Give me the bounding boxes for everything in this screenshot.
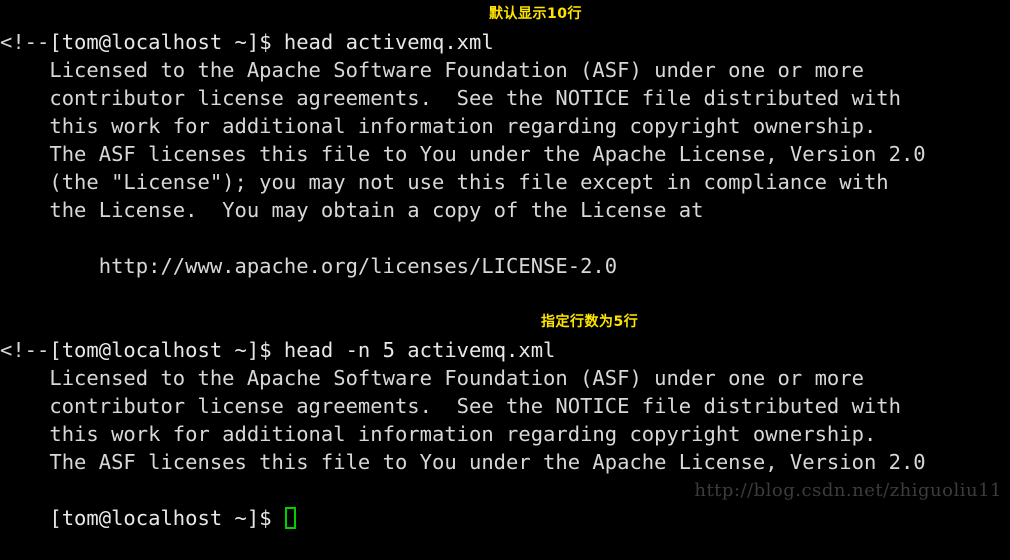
output-line: contributor license agreements. See the … xyxy=(0,86,901,110)
output-line: contributor license agreements. See the … xyxy=(0,394,901,418)
output-line: this work for additional information reg… xyxy=(0,114,877,138)
output-line: Licensed to the Apache Software Foundati… xyxy=(0,58,864,82)
output-blank-line xyxy=(0,224,1010,252)
output-line: The ASF licenses this file to You under … xyxy=(0,450,926,474)
terminal-window[interactable]: [tom@localhost ~]$ head activemq.xml 默认显… xyxy=(0,0,1010,530)
terminal-prompt-line: [tom@localhost ~]$ head -n 5 activemq.xm… xyxy=(0,308,1010,362)
annotation-specified-lines: 指定行数为5行 xyxy=(541,314,639,330)
shell-prompt: [tom@localhost ~]$ xyxy=(49,506,284,530)
output-line: the License. You may obtain a copy of th… xyxy=(0,198,704,222)
text-cursor[interactable] xyxy=(284,507,296,529)
output-line: (the "License"); you may not use this fi… xyxy=(0,170,889,194)
annotation-default-lines: 默认显示10行 xyxy=(489,6,582,22)
output-blank-line xyxy=(0,280,1010,308)
output-line: this work for additional information reg… xyxy=(0,422,877,446)
output-line: <!-- xyxy=(0,30,50,54)
terminal-prompt-line: [tom@localhost ~]$ head activemq.xml 默认显… xyxy=(0,0,1010,54)
output-line: The ASF licenses this file to You under … xyxy=(0,142,926,166)
output-line: Licensed to the Apache Software Foundati… xyxy=(0,366,864,390)
output-line: <!-- xyxy=(0,338,50,362)
output-line-license-url: http://www.apache.org/licenses/LICENSE-2… xyxy=(0,254,618,278)
watermark-url: http://blog.csdn.net/zhiguoliu11 xyxy=(694,480,1002,501)
